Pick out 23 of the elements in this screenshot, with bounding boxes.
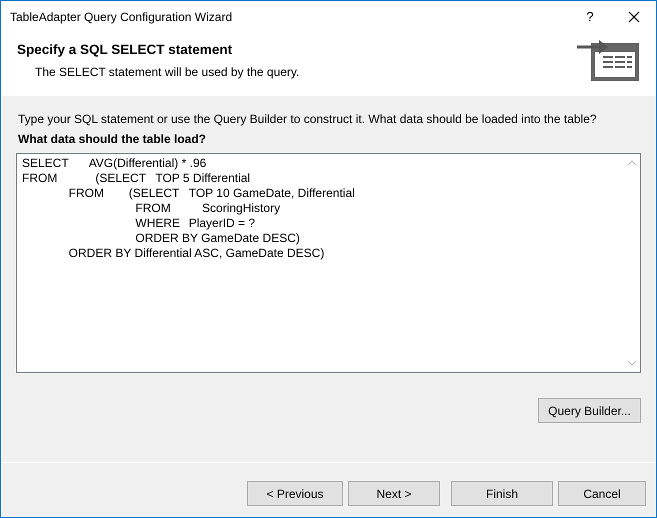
code-line: FROM (SELECT TOP 10 GameDate, Differential: [68, 186, 356, 201]
table-arrow-icon: [577, 40, 641, 82]
wizard-button[interactable]: < Previous: [247, 481, 343, 506]
wizard-button[interactable]: Next >: [348, 481, 440, 506]
query-builder-button[interactable]: Query Builder...: [538, 398, 641, 423]
page-heading: Specify a SQL SELECT statement: [17, 42, 234, 57]
code-line: FROM (SELECT TOP 5 Differential: [22, 171, 252, 186]
scroll-down-icon: [628, 361, 636, 366]
wizard-button[interactable]: Finish: [451, 481, 553, 506]
page-subtitle: The SELECT statement will be used by the query.: [34, 65, 300, 79]
help-button[interactable]: ?: [568, 1, 612, 32]
code-line: WHERE PlayerID = ?: [134, 216, 256, 231]
code-line: ORDER BY Differential ASC, GameDate DESC): [68, 246, 326, 261]
code-line: ORDER BY GameDate DESC): [134, 231, 301, 246]
instructions-text: Type your SQL statement or use the Query Builder to construct it. What data should be loaded into the table?: [18, 112, 598, 126]
window-title: TableAdapter Query Configuration Wizard: [9, 10, 234, 24]
code-line: SELECT AVG(Differential) * .96: [22, 156, 208, 171]
close-icon: [628, 10, 640, 22]
wizard-button[interactable]: Cancel: [558, 481, 646, 506]
scroll-up-icon: [628, 160, 636, 165]
editor-label: What data should the table load?: [18, 132, 208, 146]
sql-editor[interactable]: [16, 153, 641, 373]
code-line: FROM ScoringHistory: [134, 201, 282, 216]
